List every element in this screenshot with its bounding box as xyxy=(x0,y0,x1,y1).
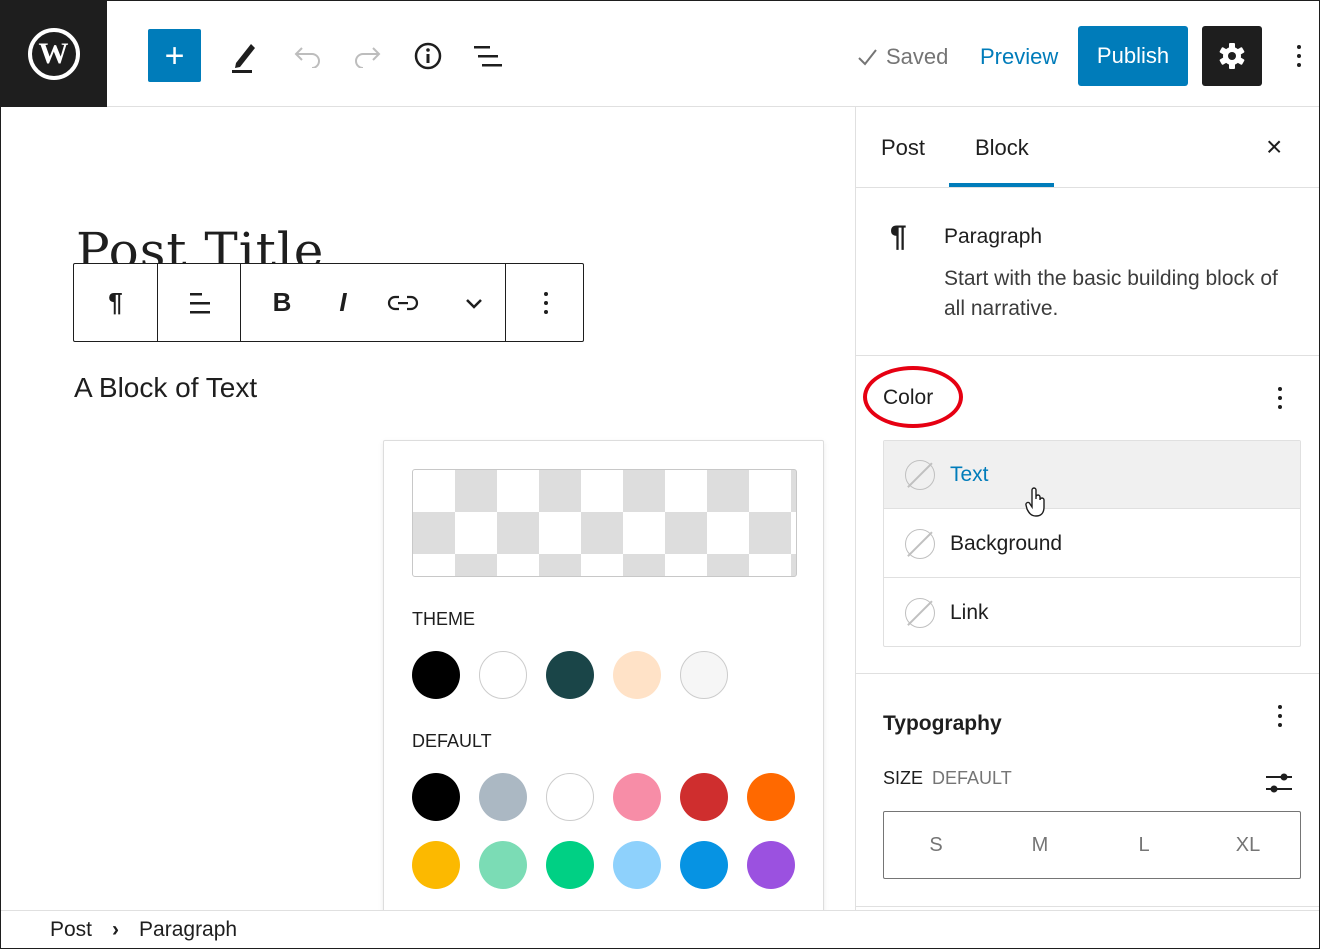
theme-palette xyxy=(412,651,728,699)
color-item-text[interactable]: Text xyxy=(884,441,1300,517)
active-tab-indicator xyxy=(949,183,1054,187)
more-options-button[interactable] xyxy=(1287,36,1311,76)
size-label: SIZE xyxy=(883,768,924,788)
block-description: Start with the basic building block of a… xyxy=(944,267,1278,320)
wordpress-logo-icon: W xyxy=(27,27,80,80)
color-swatch[interactable] xyxy=(546,841,594,889)
font-size-label: SIZE DEFAULT xyxy=(883,768,1012,789)
editor-header: W + Saved Preview Publish xyxy=(0,0,1320,107)
color-swatch[interactable] xyxy=(479,773,527,821)
publish-button[interactable]: Publish xyxy=(1078,26,1188,86)
close-icon[interactable]: × xyxy=(1266,131,1282,163)
settings-button[interactable] xyxy=(1202,26,1262,86)
color-swatch[interactable] xyxy=(479,651,527,699)
no-color-icon xyxy=(905,528,935,559)
font-size-picker: S M L XL xyxy=(883,811,1301,879)
chevron-down-icon[interactable] xyxy=(443,264,505,341)
color-item-label: Link xyxy=(950,601,989,624)
color-panel-options-icon[interactable] xyxy=(1268,381,1292,415)
color-item-label: Background xyxy=(950,531,1063,555)
size-option-l[interactable]: L xyxy=(1092,812,1196,878)
color-swatch[interactable] xyxy=(546,773,594,821)
info-icon[interactable] xyxy=(410,34,446,78)
no-color-icon xyxy=(905,598,935,628)
color-preview xyxy=(412,469,797,577)
color-swatch[interactable] xyxy=(613,773,661,821)
pen-tool-icon[interactable] xyxy=(226,34,262,78)
block-name: Paragraph xyxy=(944,225,1043,248)
block-type-group: ¶ xyxy=(74,264,158,341)
custom-size-icon[interactable] xyxy=(1264,770,1294,801)
size-value: DEFAULT xyxy=(932,768,1012,788)
color-swatch[interactable] xyxy=(680,651,728,699)
breadcrumb-item-paragraph[interactable]: Paragraph xyxy=(139,918,237,942)
breadcrumb-item-post[interactable]: Post xyxy=(50,918,92,942)
saved-status: Saved xyxy=(856,44,948,70)
tab-post[interactable]: Post xyxy=(881,135,925,161)
no-color-icon xyxy=(905,459,935,490)
color-picker-popover: THEME DEFAULT xyxy=(383,440,824,915)
block-toolbar: ¶ B I xyxy=(73,263,584,342)
color-swatch[interactable] xyxy=(412,773,460,821)
block-card: ¶ Paragraph Start with the basic buildin… xyxy=(856,188,1320,356)
checkmark-icon xyxy=(858,49,877,66)
bold-icon[interactable]: B xyxy=(241,264,323,341)
typography-options-icon[interactable] xyxy=(1268,699,1292,733)
settings-sidebar: Post Block × ¶ Paragraph Start with the … xyxy=(855,107,1320,910)
size-option-s[interactable]: S xyxy=(884,812,988,878)
color-panel-title: Color xyxy=(883,386,934,409)
format-group: B I xyxy=(241,264,506,341)
color-swatch[interactable] xyxy=(546,651,594,699)
paragraph-icon[interactable]: ¶ xyxy=(74,264,157,341)
saved-label: Saved xyxy=(886,44,949,69)
tab-block[interactable]: Block xyxy=(975,135,1029,161)
theme-palette-label: THEME xyxy=(412,609,475,629)
breadcrumb-separator: › xyxy=(112,918,120,941)
typography-panel-title: Typography xyxy=(883,712,1002,735)
align-left-icon[interactable] xyxy=(158,264,240,341)
wordpress-logo[interactable]: W xyxy=(0,0,107,107)
breadcrumb: Post › Paragraph xyxy=(0,910,1320,949)
size-option-xl[interactable]: XL xyxy=(1196,812,1300,878)
color-swatch[interactable] xyxy=(412,841,460,889)
color-panel: Color Text Background Link xyxy=(856,356,1320,674)
options-group xyxy=(506,264,586,341)
color-swatch[interactable] xyxy=(680,841,728,889)
gear-icon xyxy=(1219,43,1245,69)
undo-icon[interactable] xyxy=(289,34,325,78)
color-swatch[interactable] xyxy=(613,651,661,699)
color-settings-list: Text Background Link xyxy=(883,440,1301,647)
color-item-background[interactable]: Background xyxy=(884,510,1300,578)
more-vertical-icon[interactable] xyxy=(506,264,586,341)
sidebar-tabs: Post Block × xyxy=(856,107,1320,188)
size-option-m[interactable]: M xyxy=(988,812,1092,878)
default-palette-row xyxy=(412,773,795,821)
color-swatch[interactable] xyxy=(479,841,527,889)
default-palette-row xyxy=(412,841,795,889)
color-swatch[interactable] xyxy=(747,841,795,889)
redo-icon[interactable] xyxy=(350,34,386,78)
color-swatch[interactable] xyxy=(747,773,795,821)
color-swatch[interactable] xyxy=(680,773,728,821)
link-icon[interactable] xyxy=(363,264,443,341)
paragraph-block[interactable]: A Block of Text xyxy=(74,372,257,404)
color-swatch[interactable] xyxy=(613,841,661,889)
add-block-button[interactable]: + xyxy=(148,29,201,82)
paragraph-icon: ¶ xyxy=(890,220,907,253)
color-swatch[interactable] xyxy=(412,651,460,699)
color-item-link[interactable]: Link xyxy=(884,579,1300,647)
default-palette-label: DEFAULT xyxy=(412,731,492,751)
typography-panel: Typography SIZE DEFAULT S M L XL xyxy=(856,674,1320,907)
color-item-label: Text xyxy=(950,462,989,486)
italic-icon[interactable]: I xyxy=(323,264,363,341)
align-group xyxy=(158,264,241,341)
list-view-icon[interactable] xyxy=(470,34,506,78)
preview-button[interactable]: Preview xyxy=(980,44,1058,70)
